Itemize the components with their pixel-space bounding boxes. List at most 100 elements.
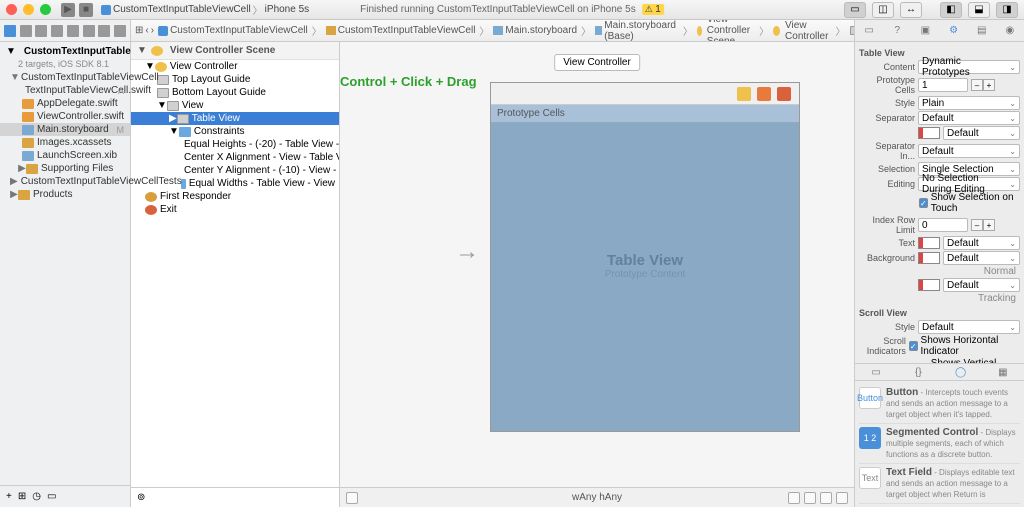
separator-color[interactable] <box>918 127 940 139</box>
debug-nav-tab[interactable] <box>83 25 95 37</box>
outline-first-responder[interactable]: First Responder <box>131 190 339 203</box>
standard-editor[interactable]: ▭ <box>844 2 866 18</box>
maximize-window[interactable] <box>40 4 51 15</box>
report-nav-tab[interactable] <box>114 25 126 37</box>
file-row[interactable]: ViewController.swift <box>0 110 130 123</box>
object-library-tab[interactable]: ◯ <box>954 365 968 379</box>
track-popup[interactable]: Default⌄ <box>943 278 1020 292</box>
file-row[interactable]: TextInputTableViewCell.swiftA <box>0 84 130 97</box>
breakpoint-nav-tab[interactable] <box>98 25 110 37</box>
scm-icon[interactable]: ▭ <box>47 491 56 502</box>
toggle-debug[interactable]: ⬓ <box>968 2 990 18</box>
file-row[interactable]: LaunchScreen.xib <box>0 149 130 162</box>
show-selection-cb[interactable]: ✓ <box>919 198 928 208</box>
toggle-navigator[interactable]: ◧ <box>940 2 962 18</box>
issue-nav-tab[interactable] <box>51 25 63 37</box>
media-library-tab[interactable]: ▦ <box>996 365 1010 379</box>
code-snippet-tab[interactable]: {} <box>911 365 925 379</box>
pin-button[interactable] <box>804 492 816 504</box>
jump-bar[interactable]: ⊞ ‹ › CustomTextInputTableViewCell〉 Cust… <box>131 20 854 42</box>
style-popup[interactable]: Plain⌄ <box>918 96 1020 110</box>
outline-tlg[interactable]: Top Layout Guide <box>131 73 339 86</box>
track-color[interactable] <box>918 279 940 291</box>
outline-blg[interactable]: Bottom Layout Guide <box>131 86 339 99</box>
nav-back[interactable]: ⊞ <box>135 25 143 36</box>
sep-color-popup[interactable]: Default⌄ <box>943 126 1020 140</box>
file-inspector-tab[interactable]: ▭ <box>862 24 876 38</box>
ib-canvas[interactable]: Control + Click + Drag → View Controller… <box>340 42 854 507</box>
content-popup[interactable]: Dynamic Prototypes⌄ <box>918 60 1020 74</box>
horiz-ind-cb[interactable]: ✓ <box>909 341 918 351</box>
exit-dock-icon[interactable] <box>777 87 791 101</box>
filter-icon[interactable]: ⊞ <box>18 491 26 502</box>
version-editor[interactable]: ↔ <box>900 2 922 18</box>
library-tabs: ▭ {} ◯ ▦ <box>855 363 1024 381</box>
folder-row[interactable]: ▶Supporting Files <box>0 162 130 175</box>
vc-label-button[interactable]: View Controller <box>554 54 640 71</box>
help-inspector-tab[interactable]: ? <box>890 24 904 38</box>
stepper-up[interactable]: + <box>983 79 995 91</box>
assistant-editor[interactable]: ◫ <box>872 2 894 18</box>
connections-inspector-tab[interactable]: ◉ <box>1003 24 1017 38</box>
outline-exit[interactable]: Exit <box>131 203 339 216</box>
symbol-nav-tab[interactable] <box>20 25 32 37</box>
warning-badge[interactable]: ⚠ 1 <box>642 4 664 15</box>
find-nav-tab[interactable] <box>35 25 47 37</box>
project-nav-tab[interactable] <box>4 25 16 37</box>
file-template-tab[interactable]: ▭ <box>869 365 883 379</box>
bg-color[interactable] <box>918 252 940 264</box>
folder-row[interactable]: ▼CustomTextInputTableViewCell <box>0 71 130 84</box>
outline-constraints[interactable]: ▼ Constraints <box>131 125 339 138</box>
size-inspector-tab[interactable]: ▤ <box>975 24 989 38</box>
text-color[interactable] <box>918 237 940 249</box>
resolve-button[interactable] <box>820 492 832 504</box>
indexrow-field[interactable]: 0 <box>918 218 968 232</box>
close-window[interactable] <box>6 4 17 15</box>
align-button[interactable] <box>788 492 800 504</box>
attributes-inspector-tab[interactable]: ⚙ <box>947 24 961 38</box>
editing-popup[interactable]: No Selection During Editing⌄ <box>918 177 1020 191</box>
stepper-down[interactable]: – <box>971 79 983 91</box>
outline-constraint[interactable]: Equal Heights - (-20) - Table View - Vie… <box>131 138 339 151</box>
title-bar: ▶ ■ CustomTextInputTableViewCell 〉 iPhon… <box>0 0 1024 20</box>
outline-tableview-selected[interactable]: ▶ Table View <box>131 112 339 125</box>
resize-button[interactable] <box>836 492 848 504</box>
file-row-selected[interactable]: Main.storyboardM <box>0 123 130 136</box>
add-button[interactable]: + <box>6 491 12 502</box>
view-controller-canvas[interactable]: Prototype Cells Table View Prototype Con… <box>490 82 800 432</box>
identity-inspector-tab[interactable]: ▣ <box>918 24 932 38</box>
nav-back-arrow[interactable]: ‹ <box>145 25 148 36</box>
size-class-label[interactable]: wAny hAny <box>572 492 622 503</box>
library-item-textfield[interactable]: Text Text Field - Displays editable text… <box>859 464 1020 504</box>
folder-row[interactable]: ▶CustomTextInputTableViewCellTests <box>0 175 130 188</box>
library-item-button[interactable]: Button Button - Intercepts touch events … <box>859 384 1020 424</box>
table-view-canvas[interactable]: Prototype Cells Table View Prototype Con… <box>491 105 799 431</box>
toggle-utilities[interactable]: ◨ <box>996 2 1018 18</box>
run-button[interactable]: ▶ <box>61 3 75 17</box>
text-popup[interactable]: Default⌄ <box>943 236 1020 250</box>
sv-style-popup[interactable]: Default⌄ <box>918 320 1020 334</box>
proto-cells-field[interactable]: 1 <box>918 78 968 92</box>
folder-row[interactable]: ▶Products <box>0 188 130 201</box>
vc-dock-icon[interactable] <box>737 87 751 101</box>
outline-vc[interactable]: ▼ View Controller <box>131 60 339 73</box>
file-row[interactable]: Images.xcassets <box>0 136 130 149</box>
test-nav-tab[interactable] <box>67 25 79 37</box>
stop-button[interactable]: ■ <box>79 3 93 17</box>
filter-icon[interactable]: ⊚ <box>137 492 145 503</box>
separator-popup[interactable]: Default⌄ <box>918 111 1020 125</box>
project-header[interactable]: ▼ CustomTextInputTableViewCell M <box>0 42 130 60</box>
nav-fwd-arrow[interactable]: › <box>151 25 154 36</box>
size-class-bar[interactable]: wAny hAny <box>340 487 854 507</box>
responder-dock-icon[interactable] <box>757 87 771 101</box>
outline-view[interactable]: ▼ View <box>131 99 339 112</box>
file-row[interactable]: AppDelegate.swift <box>0 97 130 110</box>
outline-constraint[interactable]: Center X Alignment - View - Table View <box>131 151 339 164</box>
library-item-segmented[interactable]: 1 2 Segmented Control - Displays multipl… <box>859 424 1020 464</box>
recent-icon[interactable]: ◷ <box>32 491 41 502</box>
sepinset-popup[interactable]: Default⌄ <box>918 144 1020 158</box>
outline-toggle[interactable] <box>346 492 358 504</box>
bg-popup[interactable]: Default⌄ <box>943 251 1020 265</box>
scheme-selector[interactable]: CustomTextInputTableViewCell 〉 iPhone 5s <box>101 2 309 17</box>
minimize-window[interactable] <box>23 4 34 15</box>
